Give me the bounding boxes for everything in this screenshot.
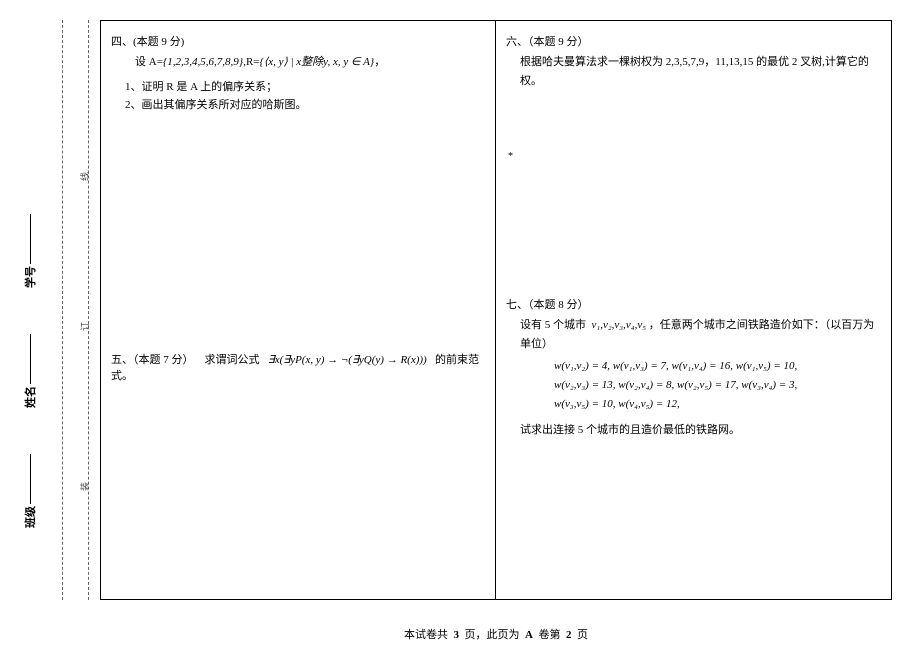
q4-sub1: 1、证明 R 是 A 上的偏序关系；	[111, 78, 485, 97]
label-class: 班级	[22, 452, 38, 528]
q7-weights-1: w(v₁,v₂) = 4, w(v₁,v₃) = 7, w(v₁,v₄) = 1…	[506, 357, 881, 376]
fold-line-2	[62, 20, 63, 600]
question-4: 四、(本题 9 分) 设 A={1,2,3,4,5,6,7,8,9},R={⟨x…	[111, 33, 485, 115]
q5-body-pre: 求谓词公式	[205, 354, 260, 366]
question-7: 七、（本题 8 分） 设有 5 个城市 v₁,v₂,v₃,v₄,v₅ ，任意两个…	[506, 296, 881, 440]
q7-weights-2: w(v₂,v₃) = 13, w(v₂,v₄) = 8, w(v₂,v₅) = …	[506, 376, 881, 395]
binding-margin: 班级 姓名 学号 装 订 线	[0, 20, 100, 600]
label-student-id: 学号	[22, 212, 38, 288]
q7-line2: 试求出连接 5 个城市的且造价最低的铁路网。	[506, 421, 881, 440]
left-column: 四、(本题 9 分) 设 A={1,2,3,4,5,6,7,8,9},R={⟨x…	[101, 21, 496, 599]
q4-header: 四、(本题 9 分)	[111, 33, 485, 49]
q7-line1: 设有 5 个城市 v₁,v₂,v₃,v₄,v₅ ，任意两个城市之间铁路造价如下：…	[506, 316, 881, 353]
question-5: 五、（本题 7 分） 求谓词公式 ∃x(∃yP(x, y) → ¬(∃yQ(y)…	[111, 351, 485, 383]
q7-weights-3: w(v₃,v₅) = 10, w(v₄,v₅) = 12,	[506, 395, 881, 414]
question-6: 六、（本题 9 分） 根据哈夫曼算法求一棵树权为 2,3,5,7,9，11,13…	[506, 33, 881, 90]
star-mark: *	[508, 151, 513, 162]
q5-header: 五、（本题 7 分）	[111, 354, 194, 366]
q4-body: 设 A={1,2,3,4,5,6,7,8,9},R={⟨x, y⟩ | x整除y…	[111, 53, 485, 72]
exam-page: 四、(本题 9 分) 设 A={1,2,3,4,5,6,7,8,9},R={⟨x…	[100, 20, 892, 600]
q4-sub2: 2、画出其偏序关系所对应的哈斯图。	[111, 96, 485, 115]
seal-mark-1: 装	[78, 482, 91, 491]
page-footer: 本试卷共 3 页，此页为 A 卷第 2 页	[100, 626, 892, 642]
fold-line-1	[88, 20, 89, 600]
q6-body: 根据哈夫曼算法求一棵树权为 2,3,5,7,9，11,13,15 的最优 2 叉…	[506, 53, 881, 90]
q7-header: 七、（本题 8 分）	[506, 296, 881, 312]
q6-header: 六、（本题 9 分）	[506, 33, 881, 49]
right-column: 六、（本题 9 分） 根据哈夫曼算法求一棵树权为 2,3,5,7,9，11,13…	[496, 21, 891, 599]
seal-mark-2: 订	[78, 322, 91, 331]
label-name: 姓名	[22, 332, 38, 408]
q5-formula: ∃x(∃yP(x, y) → ¬(∃yQ(y) → R(x)))	[268, 354, 427, 366]
seal-mark-3: 线	[78, 172, 91, 181]
